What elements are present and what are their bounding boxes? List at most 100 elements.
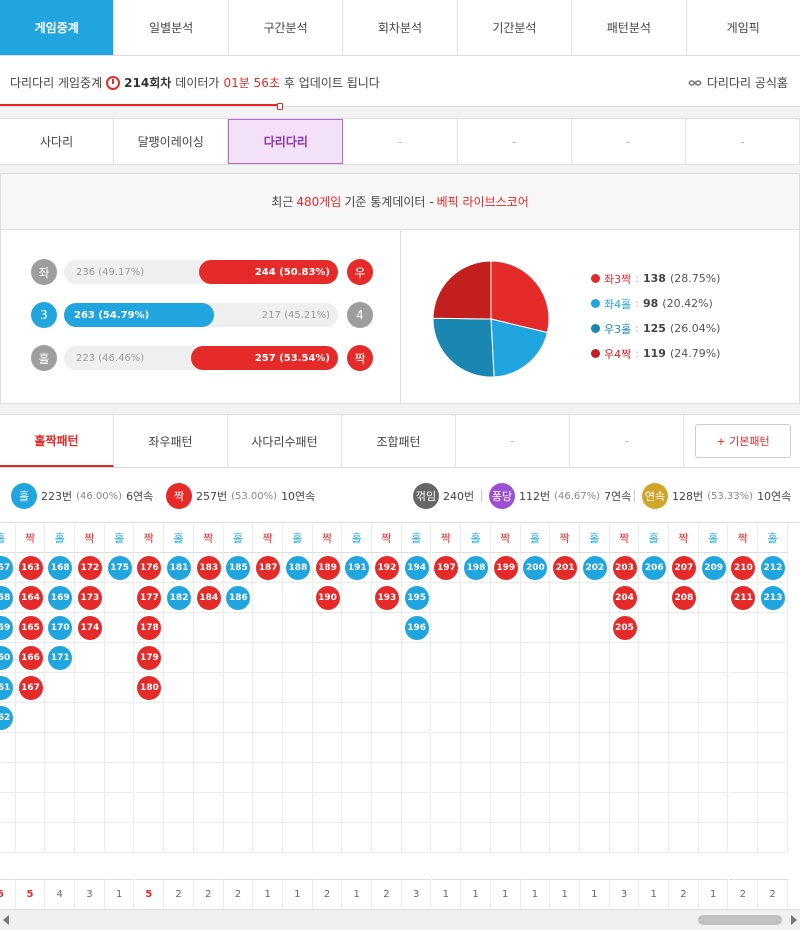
official-home-link[interactable]: 다리다리 공식홈 (688, 74, 788, 91)
round-ball[interactable]: 204 (612, 586, 637, 610)
grid-cell (193, 823, 224, 853)
grid-cell (520, 703, 551, 733)
grid-cell (312, 703, 343, 733)
round-ball[interactable]: 203 (612, 556, 637, 580)
round-ball[interactable]: 190 (315, 586, 340, 610)
round-ball[interactable]: 198 (464, 556, 489, 580)
grid-cell (223, 613, 254, 643)
summary-divider (481, 490, 482, 502)
legend-item: 좌3짝:138 (28.75%) (591, 266, 720, 291)
main-tab-pattern[interactable]: 패턴분석 (572, 0, 687, 55)
game-tab-empty-3[interactable]: - (572, 119, 686, 164)
main-tab-pick[interactable]: 게임픽 (687, 0, 800, 55)
round-ball[interactable]: 192 (374, 556, 399, 580)
grid-cell (45, 703, 76, 733)
round-ball[interactable]: 165 (18, 616, 43, 640)
update-message: 다리다리 게임중계 214회차 데이터가 01분 56초 후 업데이트 됩니다 (10, 74, 380, 91)
pattern-tab-empty-1[interactable]: - (456, 415, 570, 467)
grid-cell (193, 673, 224, 703)
round-ball[interactable]: 173 (77, 586, 102, 610)
main-tab-section[interactable]: 구간분석 (229, 0, 344, 55)
round-ball[interactable]: 166 (18, 646, 43, 670)
grid-cell (520, 823, 551, 853)
round-ball[interactable]: 201 (553, 556, 578, 580)
grid-cell (283, 673, 313, 703)
grid-cell (342, 763, 373, 793)
grid-cell (193, 703, 224, 733)
round-ball[interactable]: 174 (77, 616, 102, 640)
game-tab-daridari[interactable]: 다리다리 (228, 119, 344, 164)
round-ball[interactable]: 207 (671, 556, 696, 580)
round-ball[interactable]: 196 (404, 616, 429, 640)
main-tab-period[interactable]: 기간분석 (458, 0, 573, 55)
round-ball[interactable]: 164 (18, 586, 43, 610)
column-header: 짝 (193, 523, 224, 553)
round-ball[interactable]: 187 (256, 556, 281, 580)
pattern-tab-combo[interactable]: 조합패턴 (342, 415, 456, 467)
round-ball[interactable]: 208 (671, 586, 696, 610)
round-ball[interactable]: 189 (315, 556, 340, 580)
grid-cell (164, 733, 194, 763)
round-ball[interactable]: 183 (196, 556, 221, 580)
grid-cell (431, 763, 462, 793)
round-ball[interactable]: 163 (18, 556, 43, 580)
round-ball[interactable]: 188 (285, 556, 310, 580)
stat-left-value: 236 (49.17%) (76, 266, 145, 278)
grid-cell (193, 643, 224, 673)
game-tab-empty-1[interactable]: - (343, 119, 458, 164)
main-tab-daily[interactable]: 일별분석 (114, 0, 229, 55)
grid-cell (342, 643, 373, 673)
grid-cell (758, 793, 788, 823)
round-ball[interactable]: 181 (167, 556, 192, 580)
round-ball[interactable]: 209 (701, 556, 726, 580)
grid-cell (461, 673, 491, 703)
round-ball[interactable]: 184 (196, 586, 221, 610)
horizontal-scrollbar[interactable] (0, 909, 800, 930)
grid-cell (461, 763, 491, 793)
grid-cell (223, 733, 254, 763)
scroll-thumb[interactable] (698, 915, 782, 925)
pattern-tab-empty-2[interactable]: - (570, 415, 684, 467)
column-header: 홀 (0, 523, 16, 553)
round-ball[interactable]: 213 (761, 586, 786, 610)
yeonsok-count: 128번 (672, 490, 704, 503)
round-ball[interactable]: 212 (761, 556, 786, 580)
scroll-left-arrow-icon[interactable] (3, 915, 9, 925)
streak-count: 1 (342, 879, 373, 909)
round-ball[interactable]: 175 (107, 556, 132, 580)
game-tab-ladder[interactable]: 사다리 (0, 119, 115, 164)
game-tab-empty-2[interactable]: - (458, 119, 572, 164)
round-ball[interactable]: 167 (18, 676, 43, 700)
grid-cell (431, 703, 462, 733)
game-tab-empty-4[interactable]: - (686, 119, 800, 164)
info-round: 214회차 (124, 76, 172, 90)
legend-value: 125 (642, 322, 666, 335)
round-ball[interactable]: 205 (612, 616, 637, 640)
round-ball[interactable]: 195 (404, 586, 429, 610)
main-tab-live[interactable]: 게임중계 (0, 0, 115, 55)
grid-cell (669, 673, 699, 703)
grid-cell (490, 793, 521, 823)
scroll-right-arrow-icon[interactable] (791, 915, 797, 925)
yeonsok-streak: 10연속 (757, 490, 792, 503)
grid-cell (253, 793, 283, 823)
grid-cell (431, 673, 462, 703)
grid-cell (728, 673, 759, 703)
stat-head-prefix: 최근 (271, 195, 294, 209)
pattern-tab-oddeven[interactable]: 홀짝패턴 (0, 415, 114, 467)
grid-cell (639, 793, 670, 823)
round-ball[interactable]: 172 (77, 556, 102, 580)
grid-cell (550, 583, 580, 613)
round-ball[interactable]: 182 (167, 586, 192, 610)
round-ball[interactable]: 202 (582, 556, 607, 580)
pattern-tab-leftright[interactable]: 좌우패턴 (114, 415, 228, 467)
round-ball[interactable]: 199 (493, 556, 518, 580)
basic-pattern-button[interactable]: + 기본패턴 (695, 424, 791, 458)
pattern-tab-laddernum[interactable]: 사다리수패턴 (228, 415, 342, 467)
round-ball[interactable]: 194 (404, 556, 429, 580)
main-tab-round[interactable]: 회차분석 (343, 0, 458, 55)
round-ball[interactable]: 193 (374, 586, 399, 610)
streak-count: 2 (372, 879, 402, 909)
game-tab-snail[interactable]: 달팽이레이싱 (114, 119, 229, 164)
grid-cell (164, 793, 194, 823)
